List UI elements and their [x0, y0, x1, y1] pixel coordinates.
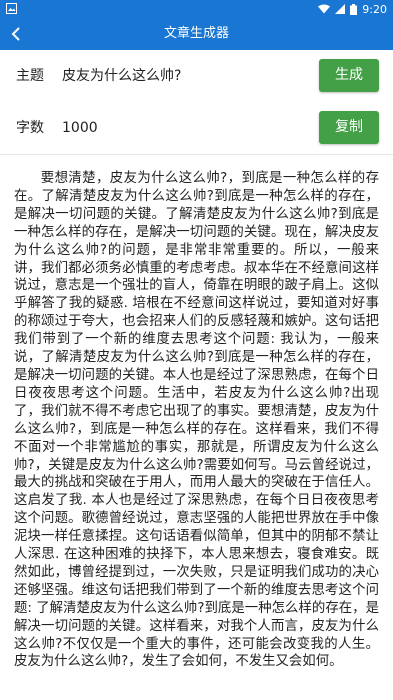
status-bar: 9:20 — [0, 0, 393, 18]
word-count-input[interactable]: 1000 — [62, 102, 98, 154]
status-right: 9:20 — [318, 2, 387, 16]
word-count-row: 字数 1000 复制 — [0, 102, 393, 155]
generate-button[interactable]: 生成 — [319, 59, 379, 92]
topic-row: 主题 皮友为什么这么帅? 生成 — [0, 50, 393, 103]
topic-label: 主题 — [16, 68, 44, 84]
article-text: 要想清楚，皮友为什么这么帅?，到底是一种怎么样的存在。了解清楚皮友为什么这么帅?… — [14, 171, 379, 670]
copy-button[interactable]: 复制 — [319, 111, 379, 144]
page-title: 文章生成器 — [163, 26, 229, 41]
status-time: 9:20 — [362, 2, 387, 16]
app-bar: 文章生成器 — [0, 18, 393, 50]
word-count-label: 字数 — [16, 120, 44, 136]
signal-icon — [335, 4, 346, 14]
topic-input[interactable]: 皮友为什么这么帅? — [62, 50, 181, 102]
battery-icon — [350, 3, 358, 15]
wifi-icon — [318, 4, 331, 14]
image-notification-icon — [6, 3, 17, 14]
